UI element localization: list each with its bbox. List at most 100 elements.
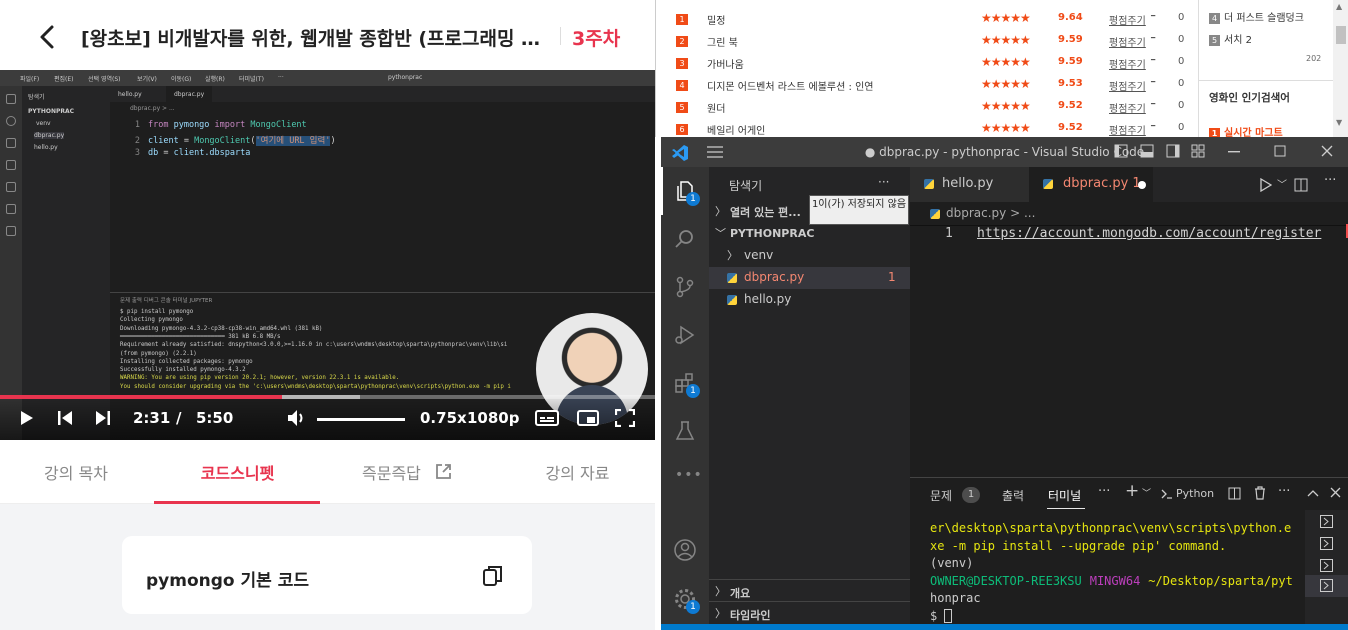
- editor-more-icon[interactable]: ···: [1324, 173, 1336, 188]
- terminal-more-icon[interactable]: ···: [1278, 484, 1290, 499]
- toggle-panel-icon[interactable]: [1140, 144, 1154, 158]
- rate-link[interactable]: 평점주기: [1109, 34, 1146, 49]
- video-player[interactable]: 파일(F) 편집(E) 선택 영역(S) 보기(V) 이동(G) 실행(R) 터미널(T) ·…: [0, 70, 655, 440]
- run-file-icon[interactable]: [1260, 178, 1272, 192]
- quality-setting[interactable]: 1080p: [467, 409, 520, 427]
- split-terminal-icon[interactable]: [1228, 487, 1241, 500]
- toggle-secondary-sidebar-icon[interactable]: [1166, 144, 1180, 158]
- tab-hello[interactable]: hello.py: [910, 167, 1029, 202]
- playback-speed[interactable]: 0.75x: [420, 409, 467, 427]
- back-arrow-icon[interactable]: [36, 24, 58, 50]
- tab-toc[interactable]: 강의 목차: [30, 460, 122, 484]
- ranking-row[interactable]: 3 가버나움 ★★★★★ 9.59 평점주기 ━ 0: [676, 53, 1196, 75]
- toggle-sidebar-icon[interactable]: [1114, 144, 1128, 158]
- panel-tab-terminal[interactable]: 터미널: [1048, 487, 1081, 504]
- maximize-panel-icon[interactable]: [1307, 489, 1319, 497]
- active-terminal-tab[interactable]: [1305, 575, 1348, 597]
- outline-section[interactable]: 〉 개요: [709, 579, 910, 601]
- movie-title[interactable]: 그린 북: [707, 34, 738, 49]
- terminal-text: xe -m pip install --upgrade pip' command…: [930, 538, 1227, 553]
- ranking-row[interactable]: 2 그린 북 ★★★★★ 9.59 평점주기 ━ 0: [676, 31, 1196, 53]
- tab-code-snippet[interactable]: 코드스니펫: [180, 460, 295, 484]
- movie-title[interactable]: 베일리 어게인: [707, 122, 765, 137]
- captions-icon[interactable]: [535, 410, 559, 426]
- skip-back-icon[interactable]: [57, 410, 73, 426]
- code-editor[interactable]: dbprac.py > ... 1 https://account.mongod…: [910, 202, 1348, 477]
- tab-qna[interactable]: 즉문즉답: [362, 460, 432, 484]
- close-panel-icon[interactable]: [1330, 487, 1341, 498]
- volume-icon[interactable]: [287, 409, 307, 427]
- tab-dbprac[interactable]: dbprac.py 1: [1029, 167, 1153, 202]
- tree-item-venv[interactable]: 〉 venv: [709, 245, 910, 267]
- lecture-pane: [왕초보] 비개발자를 위한, 웹개발 종합반 (프로그래밍 실무... 3주차…: [0, 0, 655, 630]
- panel-tab-problems[interactable]: 문제: [930, 487, 952, 504]
- close-window-icon[interactable]: [1321, 145, 1333, 157]
- maximize-icon[interactable]: [1274, 145, 1286, 157]
- terminal-dropdown-icon[interactable]: ﹀: [1142, 486, 1151, 499]
- new-terminal-icon[interactable]: +: [1125, 481, 1139, 501]
- rate-link[interactable]: 평점주기: [1109, 78, 1146, 93]
- tree-item-dbprac[interactable]: dbprac.py 1: [709, 267, 910, 289]
- search-icon[interactable]: [673, 227, 697, 251]
- breadcrumb-more[interactable]: > ...: [1010, 206, 1035, 220]
- dash-icon: ━: [1151, 12, 1156, 20]
- trash-icon[interactable]: [1254, 486, 1266, 500]
- terminal-tab-icon[interactable]: [1320, 537, 1333, 550]
- ranking-row[interactable]: 1 밀정 ★★★★★ 9.64 평점주기 ━ 0: [676, 9, 1196, 31]
- movie-title[interactable]: 디지몬 어드벤처 라스트 에볼루션 : 인연: [707, 78, 873, 93]
- terminal-tab-icon[interactable]: [1320, 559, 1333, 572]
- copy-icon[interactable]: [482, 564, 504, 588]
- panel-tab-output[interactable]: 출력: [1002, 487, 1024, 504]
- terminal-tab-icon[interactable]: [1320, 515, 1333, 528]
- picture-in-picture-icon[interactable]: [577, 410, 599, 426]
- terminal-shell-name[interactable]: Python: [1176, 487, 1214, 500]
- movie-title[interactable]: 밀정: [707, 12, 725, 27]
- ranking-row[interactable]: 5 원더 ★★★★★ 9.52 평점주기 ━ 0: [676, 97, 1196, 119]
- testing-icon[interactable]: [673, 419, 697, 443]
- run-debug-icon[interactable]: [673, 323, 697, 347]
- skip-forward-icon[interactable]: [95, 410, 111, 426]
- timeline-section[interactable]: 〉 타임라인: [709, 601, 910, 623]
- source-control-icon[interactable]: [673, 275, 697, 299]
- video-code-token: '여기에 URL 입력': [255, 136, 331, 146]
- breadcrumb-file[interactable]: dbprac.py: [946, 206, 1006, 220]
- unsaved-dot-icon[interactable]: [1138, 181, 1146, 189]
- minimize-icon[interactable]: [1228, 151, 1240, 153]
- video-panel-tabs: 문제 출력 디버그 콘솔 터미널 JUPYTER: [120, 298, 213, 304]
- code-line-1[interactable]: https://account.mongodb.com/account/regi…: [977, 226, 1321, 241]
- progress-bar[interactable]: [0, 395, 655, 399]
- terminal-line: (venv): [930, 556, 973, 570]
- tab-materials[interactable]: 강의 자료: [530, 460, 625, 484]
- rate-link[interactable]: 평점주기: [1109, 122, 1146, 137]
- panel-more-icon[interactable]: ···: [1098, 484, 1110, 499]
- scroll-up-icon[interactable]: ▲: [1336, 2, 1342, 11]
- movie-ranking-page: 1 밀정 ★★★★★ 9.64 평점주기 ━ 0 2 그린 북 ★★★★★ 9.59 평점주기 ━ 0 3 가…: [655, 0, 1348, 139]
- split-editor-icon[interactable]: [1294, 178, 1308, 192]
- more-icon[interactable]: •••: [675, 467, 703, 483]
- snippet-card[interactable]: pymongo 기본 코드: [122, 536, 532, 614]
- rate-link[interactable]: 평점주기: [1109, 56, 1146, 71]
- customize-layout-icon[interactable]: [1191, 144, 1205, 158]
- scroll-thumb[interactable]: [1336, 26, 1346, 44]
- scroll-down-icon[interactable]: ▼: [1336, 118, 1342, 127]
- player-controls: 2:31 / 5:50 0.75x 1080p: [0, 395, 655, 440]
- tree-item-hello[interactable]: hello.py: [709, 289, 910, 311]
- movie-title[interactable]: 원더: [707, 100, 725, 115]
- explorer-sidebar: 탐색기 ··· 〉 열려 있는 편... 1이(가) 저장되지 않음 ﹀ PYT…: [709, 167, 910, 630]
- page-scrollbar[interactable]: ▲ ▼: [1333, 0, 1348, 137]
- folder-pythonprac[interactable]: ﹀ PYTHONPRAC: [709, 223, 910, 245]
- side-date: 202: [1306, 54, 1322, 63]
- rate-link[interactable]: 평점주기: [1109, 12, 1146, 27]
- play-icon[interactable]: [20, 410, 34, 426]
- run-dropdown-icon[interactable]: ﹀: [1277, 176, 1287, 191]
- active-panel-indicator: [1047, 508, 1085, 509]
- rate-link[interactable]: 평점주기: [1109, 100, 1146, 115]
- side-rank-item-5[interactable]: 5 서치 2: [1209, 31, 1252, 46]
- volume-slider[interactable]: [317, 418, 405, 421]
- movie-title[interactable]: 가버나움: [707, 56, 744, 71]
- account-icon[interactable]: [673, 538, 697, 562]
- explorer-more-icon[interactable]: ···: [878, 175, 889, 189]
- fullscreen-icon[interactable]: [615, 409, 635, 427]
- ranking-row[interactable]: 4 디지몬 어드벤처 라스트 에볼루션 : 인연 ★★★★★ 9.53 평점주기 ━ 0: [676, 75, 1196, 97]
- side-rank-item-4[interactable]: 4 더 퍼스트 슬램덩크: [1209, 9, 1304, 24]
